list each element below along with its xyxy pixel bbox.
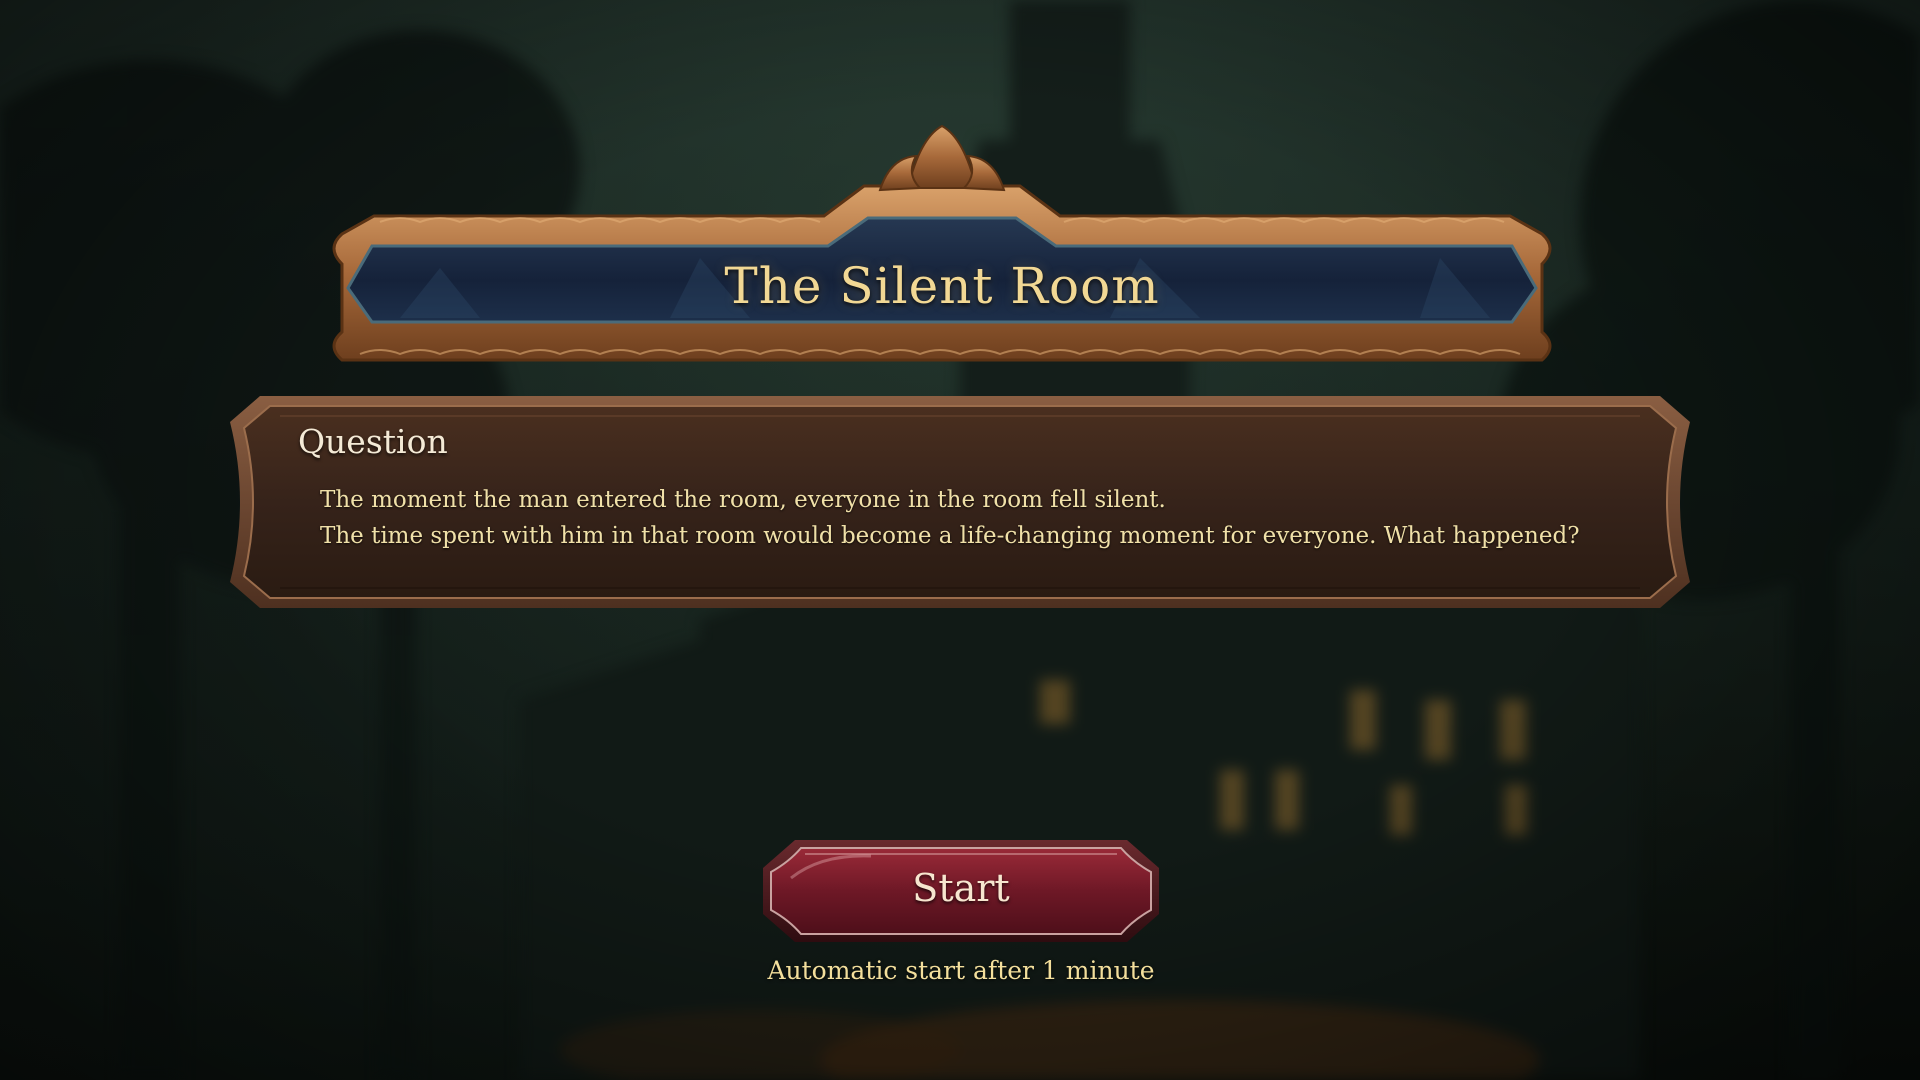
game-title: The Silent Room: [724, 257, 1160, 315]
question-line: The moment the man entered the room, eve…: [320, 487, 1166, 513]
auto-start-notice: Automatic start after 1 minute: [767, 956, 1155, 985]
question-line: The time spent with him in that room wou…: [320, 523, 1580, 549]
start-button-label: Start: [912, 866, 1010, 910]
question-text: The moment the man entered the room, eve…: [320, 482, 1630, 554]
game-screen: The Silent Room Question The moment the …: [0, 0, 1920, 1080]
title-plaque: The Silent Room: [320, 118, 1564, 364]
question-panel: Question The moment the man entered the …: [230, 392, 1690, 612]
ornate-gold-frame-icon: [332, 124, 1552, 362]
question-heading: Question: [298, 422, 448, 461]
start-button[interactable]: Start: [761, 838, 1161, 944]
